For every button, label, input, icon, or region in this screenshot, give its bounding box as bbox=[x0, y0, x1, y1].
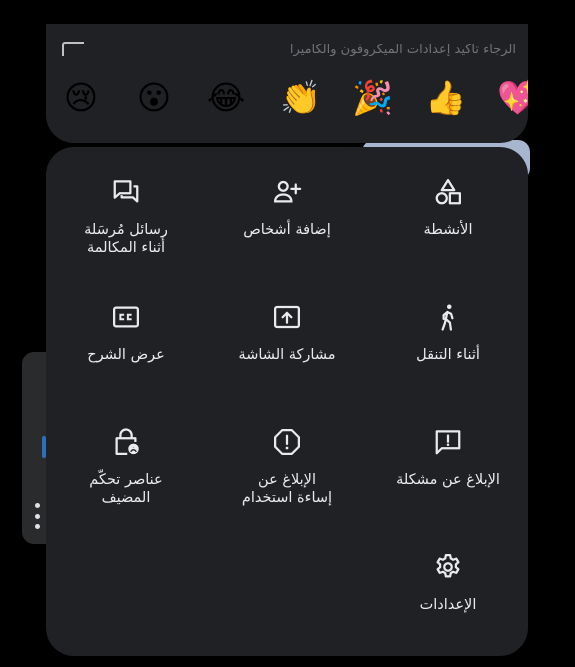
report-abuse-button[interactable]: الإبلاغ عن إساءة استخدام bbox=[212, 427, 362, 537]
closed-caption-icon bbox=[111, 302, 141, 332]
add-people-label: إضافة أشخاص bbox=[243, 222, 331, 238]
report-abuse-label: الإبلاغ عن إساءة استخدام bbox=[241, 472, 333, 506]
gear-icon bbox=[433, 552, 463, 582]
captions-label: عرض الشرح bbox=[87, 347, 165, 363]
party-popper-emoji[interactable]: 🎉 bbox=[352, 78, 393, 118]
share-screen-button[interactable]: مشاركة الشاشة bbox=[212, 302, 362, 412]
chat-icon bbox=[111, 177, 141, 207]
captions-button[interactable]: عرض الشرح bbox=[51, 302, 201, 412]
crying-face-emoji[interactable]: 😢 bbox=[61, 78, 101, 118]
on-the-go-button[interactable]: أثناء التنقل bbox=[373, 302, 523, 412]
shapes-icon bbox=[433, 177, 463, 207]
in-call-messages-label: رسائل مُرسَلة أثناء المكالمة bbox=[84, 222, 168, 256]
meeting-screen: الرجاء تأكيد إعدادات الميكروفون والكامير… bbox=[0, 0, 575, 667]
surprised-face-emoji[interactable]: 😮 bbox=[134, 78, 174, 118]
more-options-icon[interactable] bbox=[32, 503, 42, 529]
add-person-icon bbox=[272, 177, 302, 207]
activities-label: الأنشطة bbox=[423, 222, 473, 238]
walking-person-icon bbox=[433, 302, 463, 332]
host-controls-button[interactable]: عناصر تحكّم المضيف bbox=[51, 427, 201, 537]
share-screen-label: مشاركة الشاشة bbox=[238, 347, 336, 363]
lock-person-icon bbox=[111, 427, 141, 457]
present-screen-icon bbox=[272, 302, 302, 332]
report-octagon-icon bbox=[272, 427, 302, 457]
host-controls-label: عناصر تحكّم المضيف bbox=[89, 472, 163, 506]
clapping-hands-emoji[interactable]: 👏 bbox=[280, 78, 321, 118]
settings-label: الإعدادات bbox=[419, 597, 477, 613]
settings-button[interactable]: الإعدادات bbox=[373, 552, 523, 662]
report-problem-button[interactable]: الإبلاغ عن مشكلة bbox=[373, 427, 523, 537]
feedback-icon bbox=[433, 427, 463, 457]
on-the-go-label: أثناء التنقل bbox=[416, 347, 480, 363]
tears-of-joy-emoji[interactable]: 😂 bbox=[206, 78, 246, 118]
partial-text: الرجاء تأكيد إعدادات الميكروفون والكامير… bbox=[289, 44, 516, 56]
more-options-sheet: رسائل مُرسَلة أثناء المكالمة إضافة أشخاص bbox=[46, 147, 528, 656]
partial-icon bbox=[62, 42, 84, 56]
thumbs-up-emoji[interactable]: 👍 bbox=[425, 78, 466, 118]
report-problem-label: الإبلاغ عن مشكلة bbox=[396, 472, 500, 488]
reactions-bar: الرجاء تأكيد إعدادات الميكروفون والكامير… bbox=[46, 0, 528, 143]
emoji-row: 😢 😮 😂 👏 🎉 👍 💖 bbox=[46, 78, 528, 120]
add-people-button[interactable]: إضافة أشخاص bbox=[212, 177, 362, 287]
activities-button[interactable]: الأنشطة bbox=[373, 177, 523, 287]
reactions-top-edge bbox=[46, 0, 528, 24]
in-call-messages-button[interactable]: رسائل مُرسَلة أثناء المكالمة bbox=[51, 177, 201, 287]
sparkling-heart-emoji[interactable]: 💖 bbox=[497, 78, 528, 118]
